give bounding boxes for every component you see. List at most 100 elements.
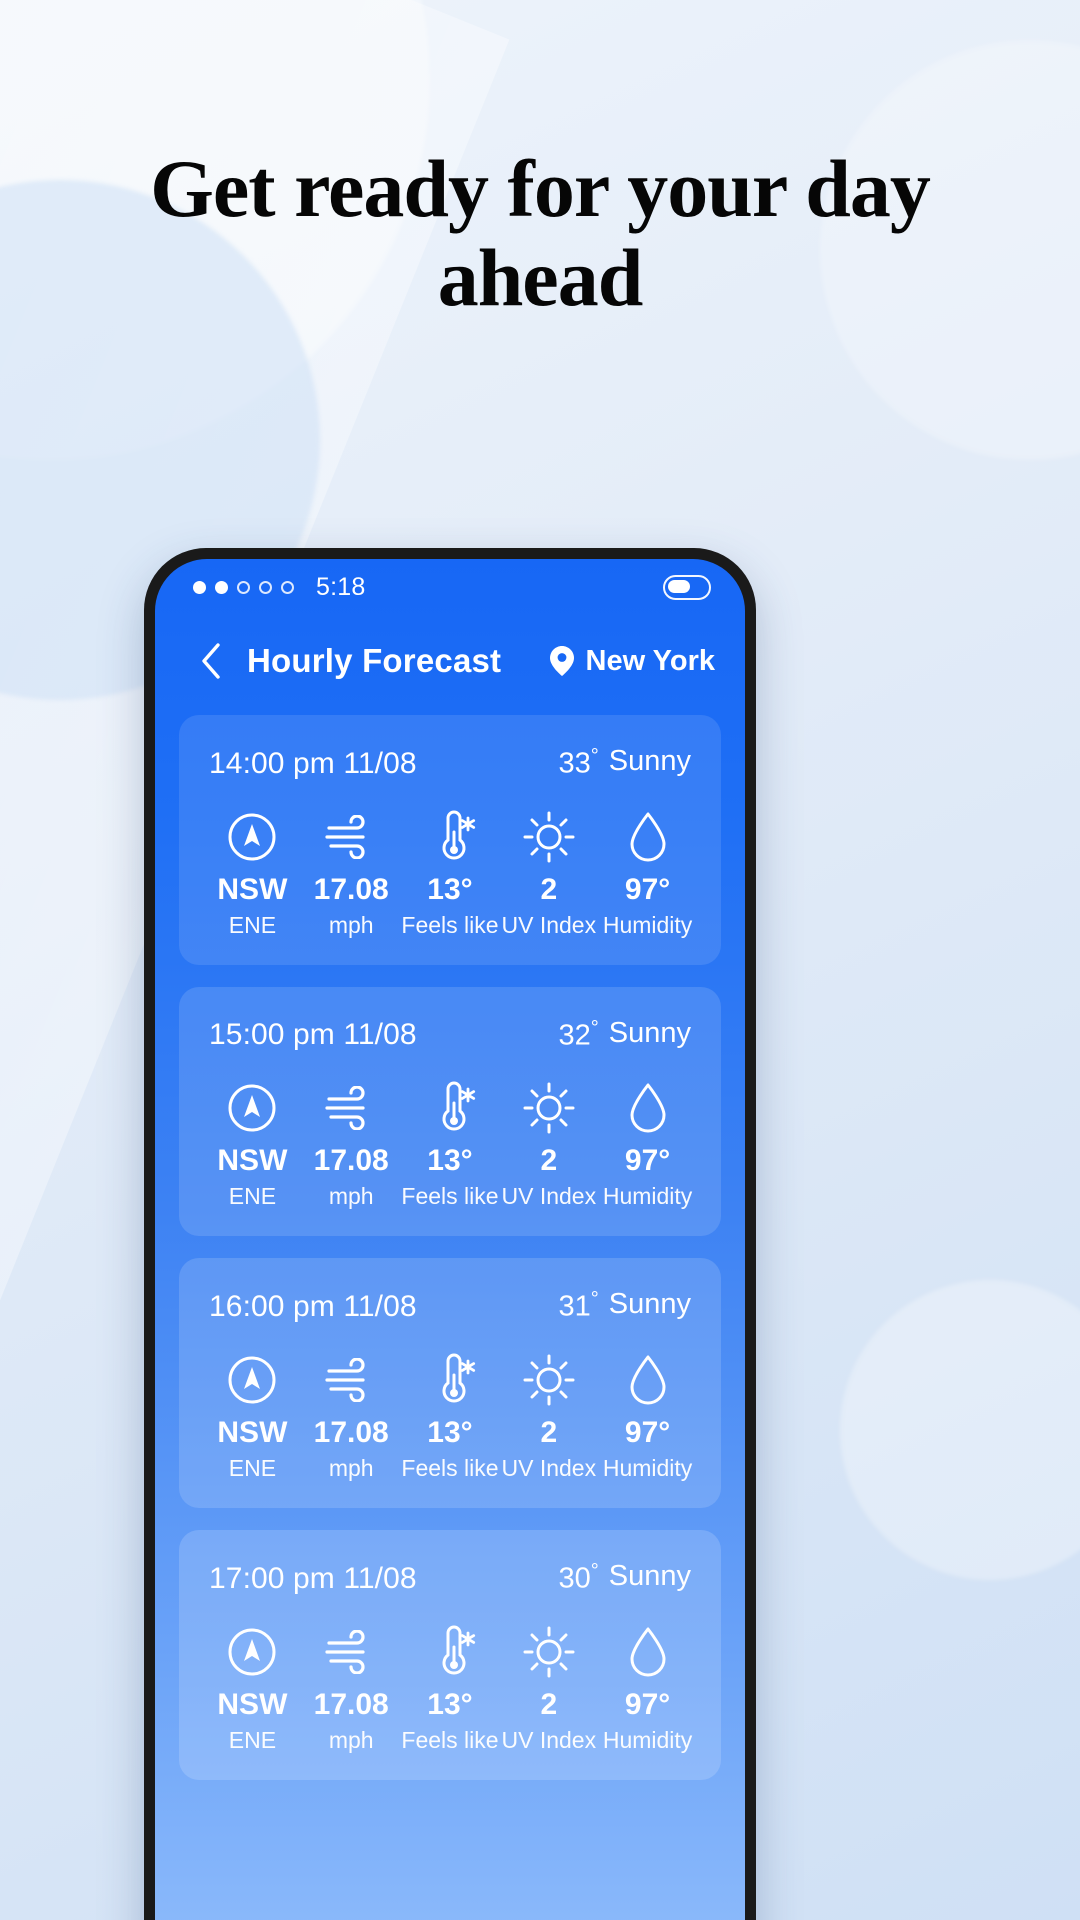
forecast-metrics: NSW ENE 17.08 mph 13° Feels like 2 UV In… bbox=[203, 1081, 697, 1210]
forecast-card[interactable]: 16:00 pm 11/08 31° Sunny NSW ENE 17.08 m… bbox=[179, 1258, 721, 1508]
forecast-card-header: 15:00 pm 11/08 32° Sunny bbox=[203, 1017, 697, 1053]
location-name: New York bbox=[585, 644, 715, 677]
metric-wind-direction: NSW ENE bbox=[203, 811, 302, 939]
metric-label: mph bbox=[328, 1726, 374, 1753]
forecast-temperature-value: 31 bbox=[558, 1290, 591, 1323]
metric-feels-like: 13° Feels like bbox=[401, 1625, 500, 1754]
metric-label: Feels like bbox=[401, 1726, 499, 1753]
metric-value: NSW bbox=[217, 872, 288, 906]
metric-value: NSW bbox=[217, 1687, 288, 1721]
metric-label: mph bbox=[328, 911, 374, 938]
degree-symbol: ° bbox=[590, 1559, 599, 1582]
hourly-forecast-list[interactable]: 14:00 pm 11/08 33° Sunny NSW ENE 17.08 m… bbox=[155, 707, 745, 1920]
metric-label: ENE bbox=[228, 911, 277, 938]
forecast-condition: Sunny bbox=[608, 1559, 691, 1592]
droplet-icon bbox=[625, 811, 671, 863]
droplet-icon bbox=[625, 1354, 671, 1406]
metric-label: Feels like bbox=[401, 1183, 499, 1210]
forecast-card[interactable]: 15:00 pm 11/08 32° Sunny NSW ENE 17.08 m… bbox=[179, 986, 721, 1237]
degree-symbol: ° bbox=[590, 745, 599, 767]
thermometer-icon bbox=[424, 1353, 476, 1406]
metric-uv-index: 2 UV Index bbox=[499, 1354, 598, 1482]
compass-icon bbox=[226, 1082, 278, 1134]
metric-label: ENE bbox=[228, 1183, 277, 1210]
metric-wind-direction: NSW ENE bbox=[203, 1354, 302, 1482]
metric-value: 2 bbox=[540, 872, 558, 906]
sun-icon bbox=[522, 1354, 576, 1406]
back-button[interactable] bbox=[189, 639, 233, 683]
sun-icon bbox=[522, 811, 576, 863]
forecast-time: 15:00 pm 11/08 bbox=[209, 1018, 417, 1052]
metric-uv-index: 2 UV Index bbox=[499, 811, 598, 939]
metric-value: 17.08 bbox=[313, 872, 389, 906]
wind-icon bbox=[323, 1354, 379, 1406]
thermometer-icon bbox=[424, 1081, 476, 1134]
degree-symbol: ° bbox=[590, 1288, 599, 1311]
metric-value: 17.08 bbox=[313, 1144, 389, 1178]
signal-dot bbox=[281, 580, 294, 594]
metric-value: 97° bbox=[624, 1144, 671, 1178]
wind-icon bbox=[323, 1626, 379, 1678]
metric-uv-index: 2 UV Index bbox=[499, 1626, 598, 1754]
metric-label: Humidity bbox=[602, 911, 693, 938]
metric-value: 97° bbox=[624, 1687, 671, 1721]
signal-dot bbox=[215, 580, 228, 594]
metric-value: 17.08 bbox=[313, 1687, 389, 1721]
forecast-summary: 33° Sunny bbox=[559, 745, 692, 781]
metric-value: 13° bbox=[427, 1415, 473, 1449]
status-bar: 5:18 bbox=[155, 559, 745, 615]
forecast-metrics: NSW ENE 17.08 mph 13° Feels like 2 UV In… bbox=[203, 1353, 697, 1482]
metric-label: Humidity bbox=[602, 1183, 693, 1210]
forecast-temperature: 33° bbox=[559, 745, 599, 781]
signal-dot bbox=[193, 580, 206, 594]
forecast-temperature: 31° bbox=[559, 1288, 599, 1324]
chevron-left-icon bbox=[202, 643, 220, 679]
metric-label: mph bbox=[328, 1183, 374, 1210]
forecast-card[interactable]: 14:00 pm 11/08 33° Sunny NSW ENE 17.08 m… bbox=[179, 715, 721, 965]
wind-icon bbox=[323, 1082, 379, 1134]
sun-icon bbox=[522, 1082, 576, 1134]
metric-wind-speed: 17.08 mph bbox=[302, 811, 401, 939]
droplet-icon bbox=[625, 1082, 671, 1134]
signal-dots bbox=[193, 580, 294, 594]
thermometer-icon bbox=[424, 1625, 476, 1678]
metric-humidity: 97° Humidity bbox=[598, 1354, 697, 1482]
metric-label: Humidity bbox=[602, 1454, 693, 1481]
metric-value: 17.08 bbox=[313, 1415, 389, 1449]
forecast-temperature: 30° bbox=[559, 1560, 599, 1596]
metric-feels-like: 13° Feels like bbox=[401, 810, 500, 939]
metric-uv-index: 2 UV Index bbox=[499, 1082, 598, 1210]
metric-value: 97° bbox=[624, 872, 671, 906]
metric-label: Humidity bbox=[602, 1726, 693, 1753]
forecast-time: 14:00 pm 11/08 bbox=[209, 746, 417, 780]
metric-value: 97° bbox=[624, 1415, 671, 1449]
page-title: Hourly Forecast bbox=[247, 642, 502, 679]
metric-value: 13° bbox=[427, 1144, 473, 1178]
forecast-time: 17:00 pm 11/08 bbox=[209, 1561, 417, 1595]
sun-icon bbox=[522, 1626, 576, 1678]
degree-symbol: ° bbox=[590, 1016, 599, 1039]
metric-feels-like: 13° Feels like bbox=[401, 1353, 500, 1482]
metric-label: ENE bbox=[228, 1454, 277, 1481]
forecast-card-header: 16:00 pm 11/08 31° Sunny bbox=[203, 1288, 697, 1324]
forecast-card[interactable]: 17:00 pm 11/08 30° Sunny NSW ENE 17.08 m… bbox=[179, 1529, 721, 1780]
metric-value: 2 bbox=[540, 1687, 558, 1721]
forecast-summary: 30° Sunny bbox=[559, 1560, 692, 1596]
metric-label: Feels like bbox=[401, 911, 499, 938]
signal-dot bbox=[259, 580, 272, 594]
wind-icon bbox=[323, 811, 379, 863]
forecast-metrics: NSW ENE 17.08 mph 13° Feels like 2 UV In… bbox=[203, 1625, 697, 1754]
forecast-condition: Sunny bbox=[608, 1016, 691, 1049]
metric-label: mph bbox=[328, 1454, 374, 1481]
forecast-summary: 32° Sunny bbox=[559, 1017, 692, 1053]
phone-mockup: 5:18 Hourly Forecast New York 14:00 pm 1… bbox=[144, 548, 756, 1920]
forecast-temperature-value: 32 bbox=[558, 1019, 591, 1052]
metric-label: UV Index bbox=[501, 1183, 597, 1210]
promo-headline: Get ready for your day ahead bbox=[150, 143, 931, 323]
metric-label: UV Index bbox=[501, 1454, 597, 1481]
status-bar-right bbox=[663, 574, 711, 600]
battery-icon bbox=[663, 574, 711, 600]
signal-dot bbox=[237, 580, 250, 594]
location-selector[interactable]: New York bbox=[549, 645, 715, 678]
forecast-temperature: 32° bbox=[559, 1017, 599, 1053]
